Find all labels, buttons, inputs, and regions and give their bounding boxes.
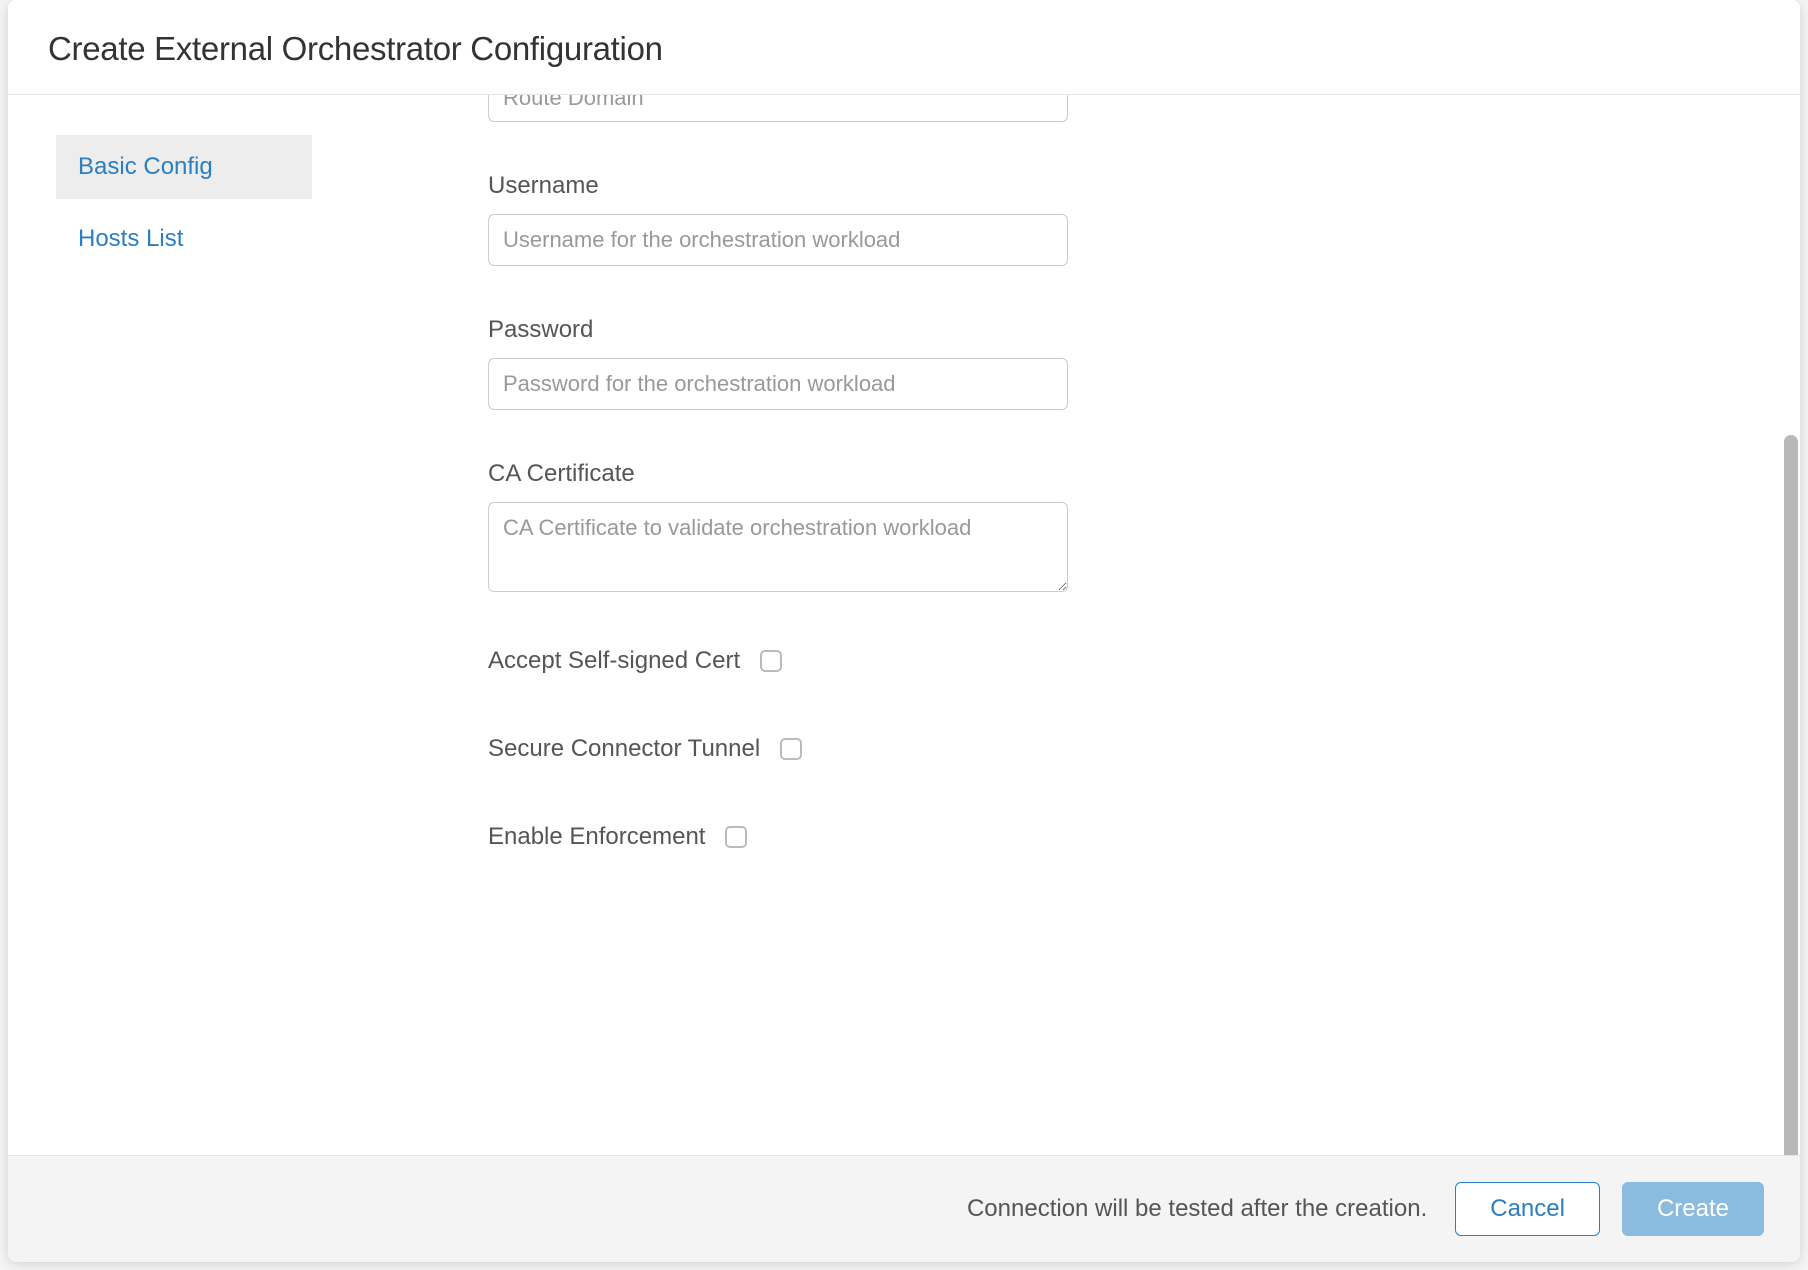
modal-title: Create External Orchestrator Configurati… [48, 30, 1760, 68]
secure-connector-tunnel-field: Secure Connector Tunnel [488, 735, 1108, 763]
ca-certificate-label: CA Certificate [488, 460, 1108, 488]
password-input[interactable] [488, 358, 1068, 410]
secure-connector-tunnel-label: Secure Connector Tunnel [488, 735, 760, 763]
form-content: Route Domain Username Password CA Certif… [488, 95, 1108, 851]
route-domain-field-partial: Route Domain [488, 95, 1108, 122]
create-button[interactable]: Create [1622, 1182, 1764, 1236]
password-label: Password [488, 316, 1108, 344]
accept-self-signed-label: Accept Self-signed Cert [488, 647, 740, 675]
password-field: Password [488, 316, 1108, 410]
route-domain-input-partial[interactable]: Route Domain [488, 95, 1068, 122]
accept-self-signed-field: Accept Self-signed Cert [488, 647, 1108, 675]
enable-enforcement-label: Enable Enforcement [488, 823, 705, 851]
cancel-button[interactable]: Cancel [1455, 1182, 1600, 1236]
sidebar-nav: Basic Config Hosts List [8, 95, 348, 1155]
modal-dialog: Create External Orchestrator Configurati… [8, 0, 1800, 1262]
username-field: Username [488, 172, 1108, 266]
modal-header: Create External Orchestrator Configurati… [8, 0, 1800, 95]
sidebar-item-label: Basic Config [78, 153, 213, 180]
accept-self-signed-checkbox[interactable] [760, 650, 782, 672]
sidebar-item-basic-config[interactable]: Basic Config [56, 135, 312, 199]
footer-note: Connection will be tested after the crea… [967, 1195, 1427, 1223]
scrollbar-thumb[interactable] [1784, 435, 1798, 1155]
enable-enforcement-checkbox[interactable] [725, 826, 747, 848]
ca-certificate-input[interactable] [488, 502, 1068, 592]
enable-enforcement-field: Enable Enforcement [488, 823, 1108, 851]
sidebar-item-hosts-list[interactable]: Hosts List [56, 207, 312, 271]
sidebar-item-label: Hosts List [78, 225, 183, 252]
ca-certificate-field: CA Certificate [488, 460, 1108, 597]
modal-body: Basic Config Hosts List Route Domain Use… [8, 95, 1800, 1155]
secure-connector-tunnel-checkbox[interactable] [780, 738, 802, 760]
username-label: Username [488, 172, 1108, 200]
form-area[interactable]: Route Domain Username Password CA Certif… [348, 95, 1800, 1155]
username-input[interactable] [488, 214, 1068, 266]
modal-footer: Connection will be tested after the crea… [8, 1155, 1800, 1262]
